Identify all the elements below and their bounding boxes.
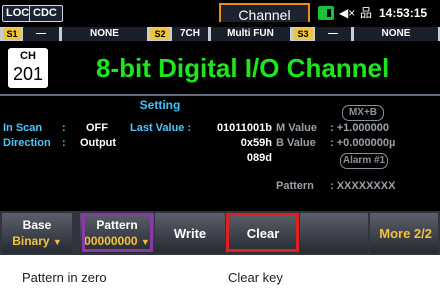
slot-1-channel: — [23, 27, 59, 41]
slot-2-function: Multi FUN [211, 27, 290, 41]
in-scan-value: OFF [86, 122, 108, 134]
cdc-indicator: CDC [29, 5, 63, 22]
screen-title-tab: Channel [219, 3, 310, 23]
b-value: : +0.000000µ [330, 137, 396, 149]
base-softkey-value: Binary ▼ [12, 234, 62, 248]
network-icon: 品 [360, 6, 373, 20]
b-value-label: B Value [276, 137, 316, 149]
slot-2-badge: S2 [150, 28, 170, 40]
slot-1-badge: S1 [3, 28, 21, 40]
direction-colon: : [62, 137, 66, 149]
pattern-value: : XXXXXXXX [330, 180, 396, 192]
base-softkey[interactable]: Base Binary ▼ [2, 213, 72, 253]
direction-value: Output [80, 137, 117, 149]
instrument-screen: LOC CDC Channel ◀× 品 14:53:15 S1 — NONE … [0, 0, 440, 255]
pattern-label: Pattern [276, 180, 314, 192]
last-value-hex: 0x59h [240, 137, 272, 149]
alarm-indicator: Alarm #1 [340, 153, 388, 169]
slot-3-badge: S3 [293, 28, 313, 40]
m-value-label: M Value [276, 122, 317, 134]
write-softkey[interactable]: Write [155, 213, 225, 253]
more-softkey[interactable]: More 2/2 [370, 213, 438, 253]
mxb-indicator: MX+B [342, 105, 384, 121]
base-softkey-title: Base [22, 218, 52, 232]
slot-1-function: NONE [62, 27, 147, 41]
divider [0, 94, 440, 96]
in-scan-label: In Scan [3, 122, 43, 134]
channel-title: 8-bit Digital I/O Channel [96, 53, 390, 83]
last-value-decimal: 089d [246, 152, 272, 164]
m-value: : +1.000000 [330, 122, 390, 134]
last-value-label: Last Value : [130, 122, 192, 134]
channel-number-box: CH 201 [8, 48, 48, 88]
pattern-highlight-box [82, 213, 153, 252]
slot-3-channel: — [315, 27, 351, 41]
in-scan-colon: : [62, 122, 66, 134]
dropdown-arrow-icon: ▼ [52, 237, 62, 247]
speaker-mute-icon: ◀× [339, 6, 356, 20]
clock: 14:53:15 [379, 6, 428, 20]
blank-softkey[interactable] [300, 213, 368, 253]
setting-heading: Setting [139, 98, 181, 112]
write-softkey-label: Write [173, 226, 207, 241]
clear-highlight-box [226, 213, 299, 252]
slot-status-bar: S1 — NONE S2 7CH Multi FUN S3 — NONE [0, 27, 440, 41]
top-status-bar: LOC CDC Channel ◀× 品 14:53:15 [0, 0, 440, 26]
status-indicator-icon [318, 6, 334, 20]
pattern-caption: Pattern in zero [22, 270, 107, 285]
slot-2-channel: 7CH [172, 27, 208, 41]
more-softkey-label: More 2/2 [379, 226, 432, 241]
channel-label: CH [20, 50, 36, 62]
direction-label: Direction [3, 137, 51, 149]
clear-caption: Clear key [228, 270, 283, 285]
slot-3-function: NONE [354, 27, 438, 41]
channel-number: 201 [12, 64, 44, 84]
last-value-binary: 01011001b [216, 122, 272, 134]
